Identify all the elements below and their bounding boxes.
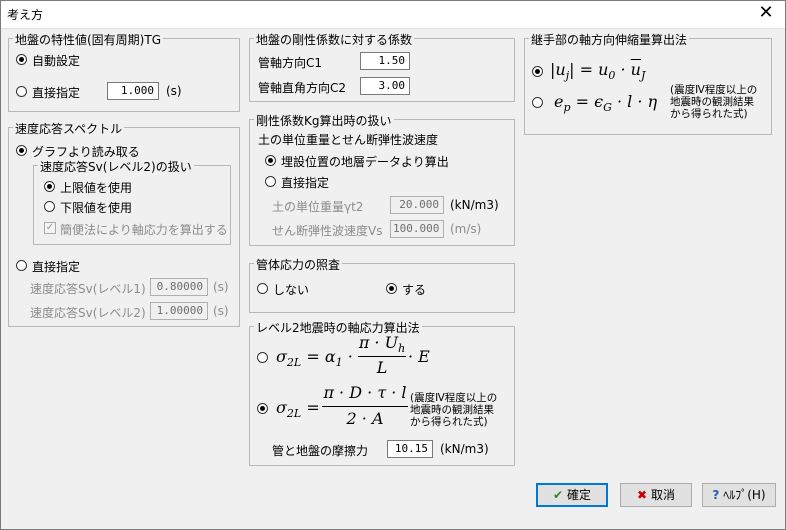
auto-label: 自動設定 [32, 54, 81, 68]
vs-input[interactable]: 100.000 [390, 220, 444, 238]
help-button[interactable]: ? ﾍﾙﾌﾟ(H) [702, 483, 776, 507]
direct-tg-label: 直接指定 [32, 86, 81, 100]
formula1-denominator: L [376, 358, 388, 377]
layer-radio[interactable] [265, 155, 276, 166]
tg-unit: (s) [166, 84, 182, 98]
simple-checkbox[interactable]: ✓ [44, 222, 56, 234]
vs-unit: (m/s) [450, 222, 482, 236]
joint-formula1: |uj| = u0 · uJ [550, 60, 646, 83]
formula2-lhs: σ2L = [276, 398, 320, 421]
layer-label: 埋設位置の地層データより算出 [281, 155, 449, 169]
gamma-unit: (kN/m3) [450, 198, 499, 212]
upper-radio[interactable] [44, 181, 55, 192]
gamma-input[interactable]: 20.000 [390, 196, 444, 214]
formula1-lhs: σ2L = α1 · [276, 347, 353, 370]
graph-radio[interactable] [16, 145, 27, 156]
simple-label: 簡便法により軸応力を算出する [60, 223, 228, 237]
friction-unit: (kN/m3) [440, 442, 489, 456]
title-bar: 考え方 ✕ [0, 0, 786, 29]
c2-input[interactable]: 3.00 [360, 77, 410, 95]
formula2-fraction-line [322, 406, 408, 407]
lower-label: 下限値を使用 [60, 201, 133, 215]
cross-icon: ✖ [637, 488, 648, 502]
direct-tg-radio[interactable] [16, 86, 27, 97]
no-check-label: しない [273, 283, 310, 297]
kg-calc-title: 剛性係数Kg算出時の扱い [254, 112, 394, 129]
sv1-input[interactable]: 0.80000 [150, 278, 208, 296]
formula1-fraction-line [358, 356, 406, 357]
no-check-radio[interactable] [257, 283, 268, 294]
ok-button[interactable]: ✔ 確定 [536, 483, 608, 507]
formula1-numerator: π · Uh [358, 333, 406, 356]
friction-input[interactable]: 10.15 [387, 440, 433, 458]
upper-label: 上限値を使用 [60, 181, 133, 195]
c1-input[interactable]: 1.50 [360, 52, 410, 70]
level2-formula1-radio[interactable] [257, 352, 268, 363]
formula1-rhs: · E [408, 347, 430, 366]
auto-radio[interactable] [16, 54, 27, 65]
joint-formula2: ep = ϵG · l · η [554, 92, 658, 115]
gamma-label: 土の単位重量γt2 [272, 200, 364, 214]
check-icon: ✔ [553, 488, 564, 502]
level2-formula2-radio[interactable] [257, 403, 268, 414]
vs-label: せん断弾性波速度Vs [272, 224, 383, 238]
pipe-stress-title: 管体応力の照査 [254, 256, 343, 273]
c1-label: 管軸方向C1 [258, 56, 323, 70]
direct-sv-label: 直接指定 [32, 260, 81, 274]
joint-title: 継手部の軸方向伸縮量算出法 [529, 31, 690, 48]
sv2-input[interactable]: 1.00000 [150, 302, 208, 320]
sv2-unit: (s) [213, 304, 229, 318]
formula2-numerator: π · D · τ · l [323, 383, 407, 402]
direct-kg-label: 直接指定 [281, 176, 330, 190]
level2-note: (震度Ⅳ程度以上の 地震時の観測結果 から得られた式) [410, 392, 498, 428]
check-label: する [402, 283, 427, 297]
cancel-button[interactable]: ✖ 取消 [620, 483, 692, 507]
kg-subtitle: 土の単位重量とせん断弾性波速度 [258, 133, 439, 147]
formula2-denominator: 2 · A [346, 409, 384, 428]
sv1-unit: (s) [213, 280, 229, 294]
question-icon: ? [712, 488, 720, 502]
joint-formula1-radio[interactable] [532, 66, 543, 77]
sv2-label: 速度応答Sv(レベル2) [30, 306, 146, 320]
sv-group-title: 速度応答Sv(レベル2)の扱い [38, 158, 194, 175]
ground-char-title: 地盤の特性値(固有周期)TG [13, 31, 163, 48]
check-radio[interactable] [386, 283, 397, 294]
sv1-label: 速度応答Sv(レベル1) [30, 282, 146, 296]
velocity-spectrum-title: 速度応答スペクトル [13, 120, 125, 137]
friction-label: 管と地盤の摩擦力 [272, 444, 369, 458]
lower-radio[interactable] [44, 201, 55, 212]
close-icon[interactable]: ✕ [756, 2, 776, 23]
help-label: ﾍﾙﾌﾟ(H) [723, 488, 766, 502]
direct-kg-radio[interactable] [265, 176, 276, 187]
joint-note: (震度Ⅳ程度以上の 地震時の観測結果 から得られた式) [670, 84, 758, 120]
window-title: 考え方 [7, 8, 44, 22]
stiffness-title: 地盤の剛性係数に対する係数 [254, 31, 415, 48]
cancel-label: 取消 [650, 488, 675, 502]
c2-label: 管軸直角方向C2 [258, 81, 347, 95]
joint-formula2-radio[interactable] [532, 97, 543, 108]
tg-input[interactable]: 1.000 [107, 82, 159, 100]
direct-sv-radio[interactable] [16, 260, 27, 271]
ok-label: 確定 [566, 488, 591, 502]
